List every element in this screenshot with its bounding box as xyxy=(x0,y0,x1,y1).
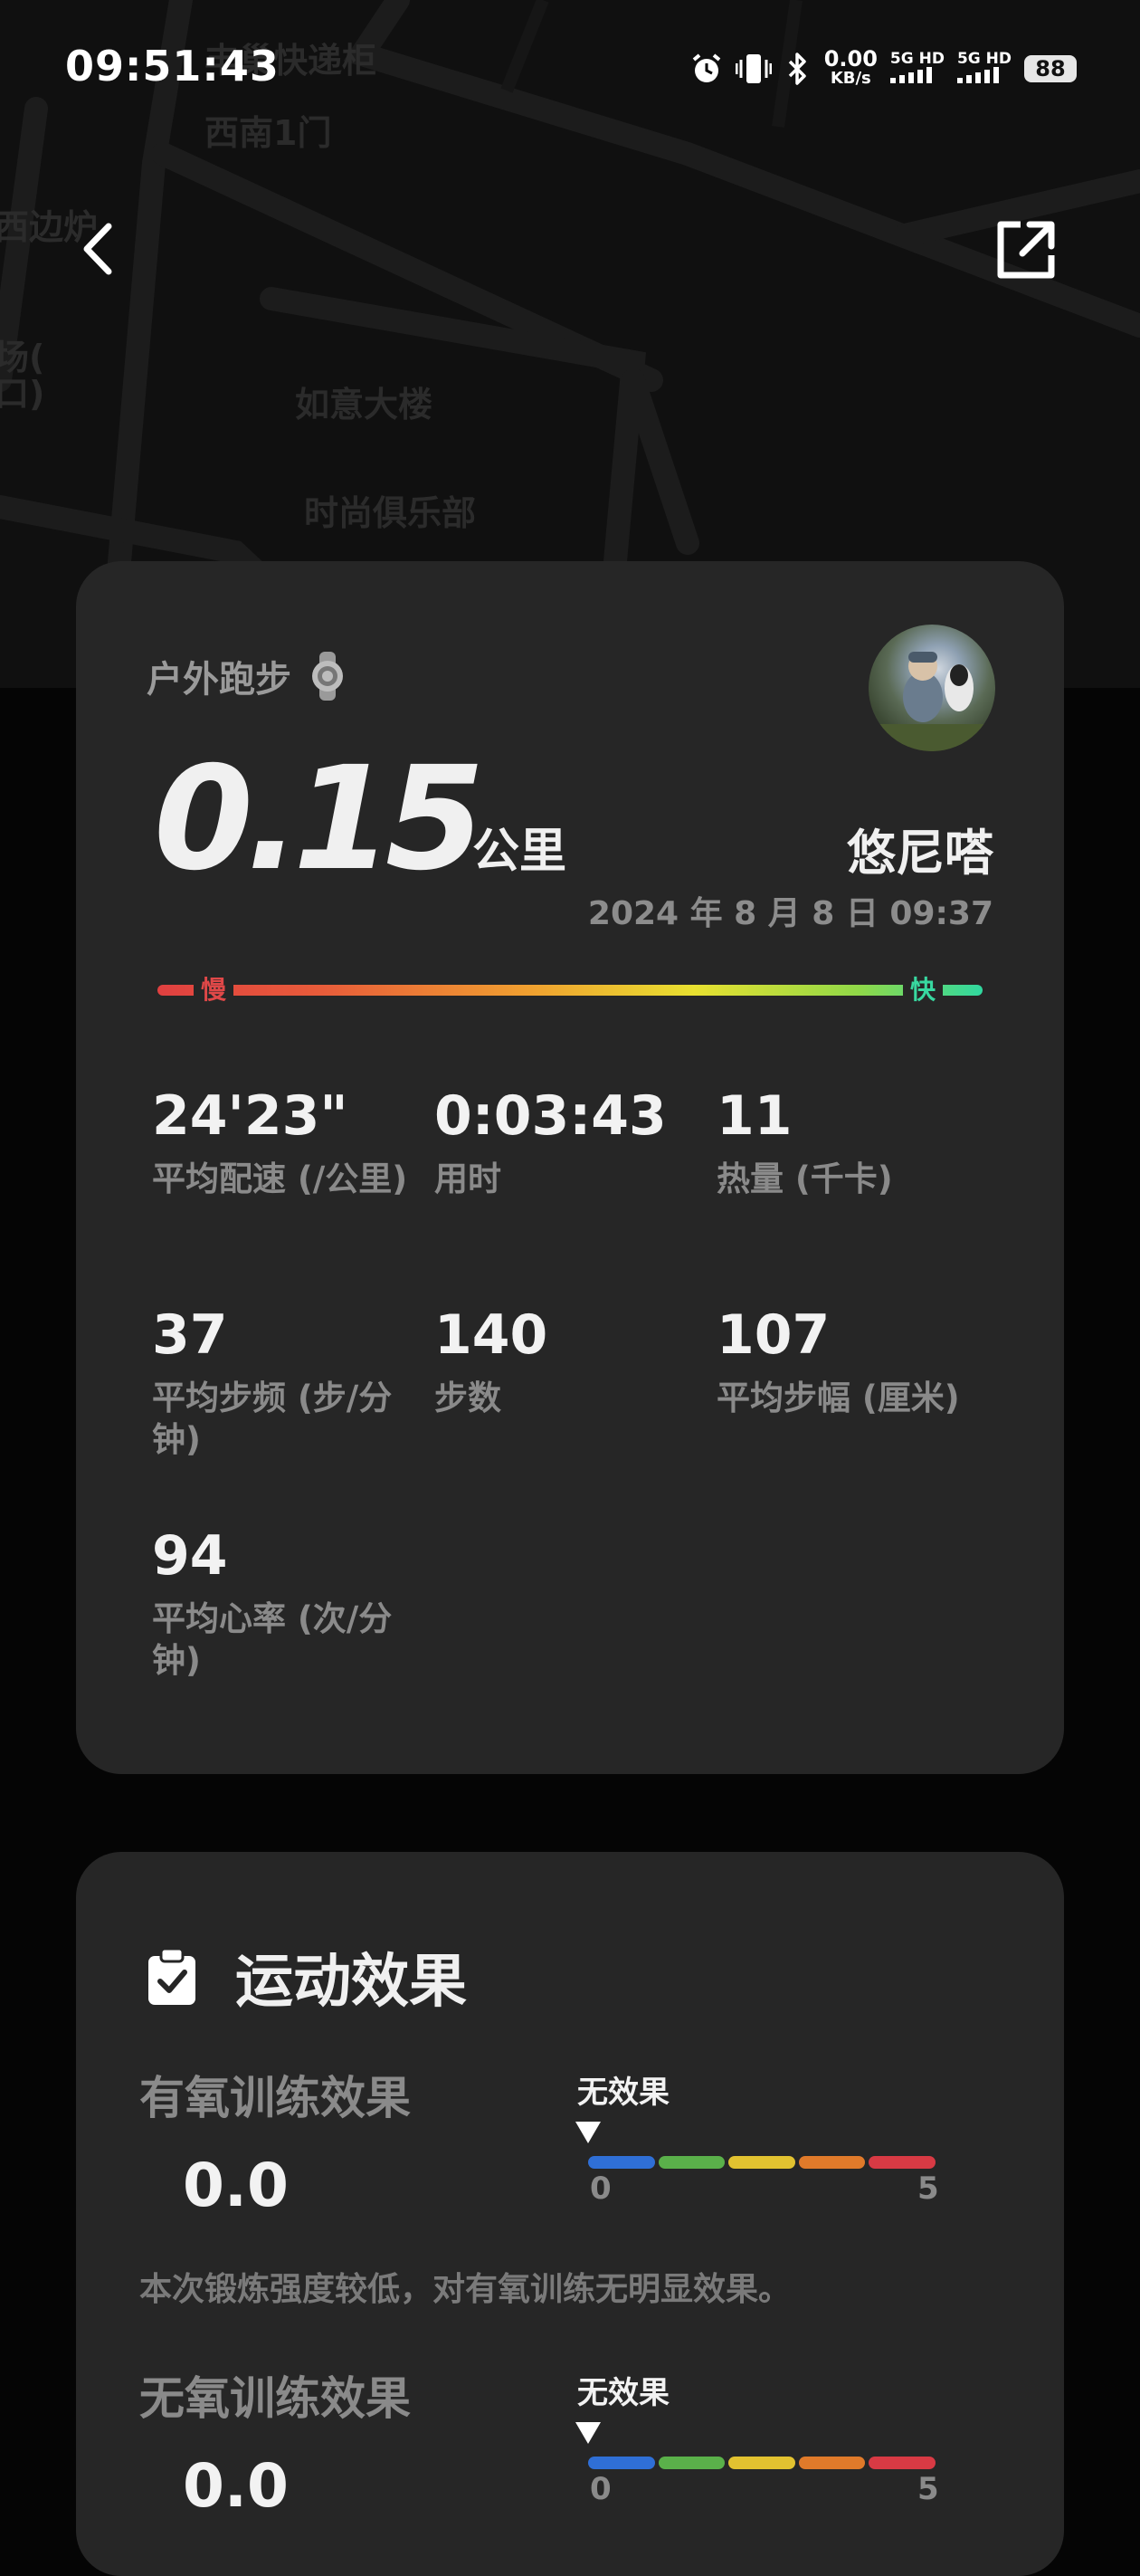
metric-heart-rate: 94 平均心率 (次/分钟) xyxy=(152,1524,423,1682)
training-effect-card: 运动效果 有氧训练效果 0.0 无效果 0 5 本次锻炼强度较低，对有氧训练无明… xyxy=(76,1852,1064,2576)
metric-label: 热量 (千卡) xyxy=(717,1159,893,1198)
share-external-icon xyxy=(997,221,1055,279)
network-speed: 0.00 KB/s xyxy=(823,46,878,89)
anaerobic-effect-value: 0.0 xyxy=(183,2451,289,2521)
map-label: 如意大楼 xyxy=(295,385,433,425)
metric-value: 24'23" xyxy=(152,1084,348,1148)
back-button[interactable] xyxy=(71,217,125,281)
status-time: 09:51:43 xyxy=(65,42,280,91)
network-speed-value: 0.00 xyxy=(823,46,878,72)
status-bar: 09:51:43 0.00 KB/s 5G HD 5G HD 88 xyxy=(0,0,1140,136)
aerobic-scale-min: 0 xyxy=(590,2171,612,2207)
workout-datetime: 2024 年 8 月 8 日 09:37 xyxy=(587,895,993,932)
map-label: 口) xyxy=(0,374,45,414)
metric-label: 平均心率 (次/分钟) xyxy=(152,1599,393,1680)
aerobic-effect-label: 有氧训练效果 xyxy=(139,2072,411,2124)
battery-indicator: 88 xyxy=(1024,55,1077,82)
anaerobic-effect-state: 无效果 xyxy=(577,2375,670,2411)
signal-icon xyxy=(889,67,932,83)
scale-segment xyxy=(869,2457,936,2469)
aerobic-scale-max: 5 xyxy=(917,2171,939,2207)
user-avatar[interactable] xyxy=(869,625,995,751)
avatar-photo xyxy=(869,652,995,751)
workout-summary-card: 户外跑步 0.15 公里 悠尼嗒 2024 年 8 月 8 日 09:37 慢 … xyxy=(76,561,1064,1774)
network-speed-unit: KB/s xyxy=(830,69,871,88)
vibrate-icon xyxy=(735,54,772,83)
anaerobic-scale-min: 0 xyxy=(590,2471,612,2507)
watch-icon xyxy=(312,652,343,701)
scale-segment xyxy=(728,2457,795,2469)
metric-value: 94 xyxy=(152,1524,228,1588)
status-icons: 0.00 KB/s 5G HD 5G HD 88 xyxy=(690,46,1077,89)
training-effect-title: 运动效果 xyxy=(235,1949,467,2016)
distance-value: 0.15 xyxy=(154,736,485,902)
pace-gradient-bar xyxy=(157,985,983,996)
share-button[interactable] xyxy=(993,217,1059,282)
aerobic-effect-description: 本次锻炼强度较低，对有氧训练无明显效果。 xyxy=(139,2271,792,2308)
metric-value: 11 xyxy=(717,1084,793,1148)
scale-segment xyxy=(798,2156,866,2169)
sim1-signal: 5G HD xyxy=(889,50,945,87)
scale-segment xyxy=(869,2156,936,2169)
scale-segment xyxy=(658,2156,726,2169)
sport-type: 户外跑步 xyxy=(147,650,344,702)
sim2-label: 5G HD xyxy=(956,50,1012,68)
pace-fast-label: 快 xyxy=(903,970,944,1010)
metric-avg-pace: 24'23" 平均配速 (/公里) xyxy=(152,1084,423,1200)
metric-value: 140 xyxy=(434,1303,548,1367)
signal-icon xyxy=(956,67,999,83)
bluetooth-icon xyxy=(788,52,806,85)
aerobic-level-marker xyxy=(575,2122,601,2143)
scale-segment xyxy=(588,2156,655,2169)
training-effect-header: 运动效果 xyxy=(147,1935,467,2018)
metric-value: 107 xyxy=(717,1303,831,1367)
metric-label: 步数 xyxy=(434,1379,501,1417)
sport-type-label: 户外跑步 xyxy=(147,659,291,701)
username: 悠尼嗒 xyxy=(847,825,993,882)
metric-label: 平均配速 (/公里) xyxy=(152,1159,408,1198)
clipboard-check-icon xyxy=(148,1949,195,2005)
metric-calories: 11 热量 (千卡) xyxy=(717,1084,988,1200)
sim2-signal: 5G HD xyxy=(956,50,1012,87)
anaerobic-level-marker xyxy=(575,2422,601,2444)
sim1-label: 5G HD xyxy=(889,50,945,68)
scale-segment xyxy=(588,2457,655,2469)
scale-segment xyxy=(658,2457,726,2469)
anaerobic-effect-label: 无氧训练效果 xyxy=(139,2372,411,2425)
anaerobic-effect-scale xyxy=(588,2457,936,2469)
pace-slow-label: 慢 xyxy=(194,970,234,1010)
anaerobic-scale-max: 5 xyxy=(917,2471,939,2507)
map-label: 时尚俱乐部 xyxy=(304,493,477,533)
metric-stride: 107 平均步幅 (厘米) xyxy=(717,1303,988,1419)
metric-duration: 0:03:43 用时 xyxy=(434,1084,706,1200)
scale-segment xyxy=(728,2156,795,2169)
distance-unit: 公里 xyxy=(472,825,567,879)
metric-steps: 140 步数 xyxy=(434,1303,706,1419)
alarm-icon xyxy=(692,53,720,82)
aerobic-effect-value: 0.0 xyxy=(183,2151,289,2220)
scale-segment xyxy=(798,2457,866,2469)
aerobic-effect-scale xyxy=(588,2156,936,2169)
metric-label: 平均步频 (步/分钟) xyxy=(152,1379,393,1459)
metric-value: 0:03:43 xyxy=(434,1084,667,1148)
metric-label: 平均步幅 (厘米) xyxy=(717,1379,960,1417)
metric-value: 37 xyxy=(152,1303,228,1367)
metric-cadence: 37 平均步频 (步/分钟) xyxy=(152,1303,423,1461)
aerobic-effect-state: 无效果 xyxy=(577,2075,670,2111)
metric-label: 用时 xyxy=(434,1159,501,1198)
chevron-left-icon xyxy=(83,223,112,275)
